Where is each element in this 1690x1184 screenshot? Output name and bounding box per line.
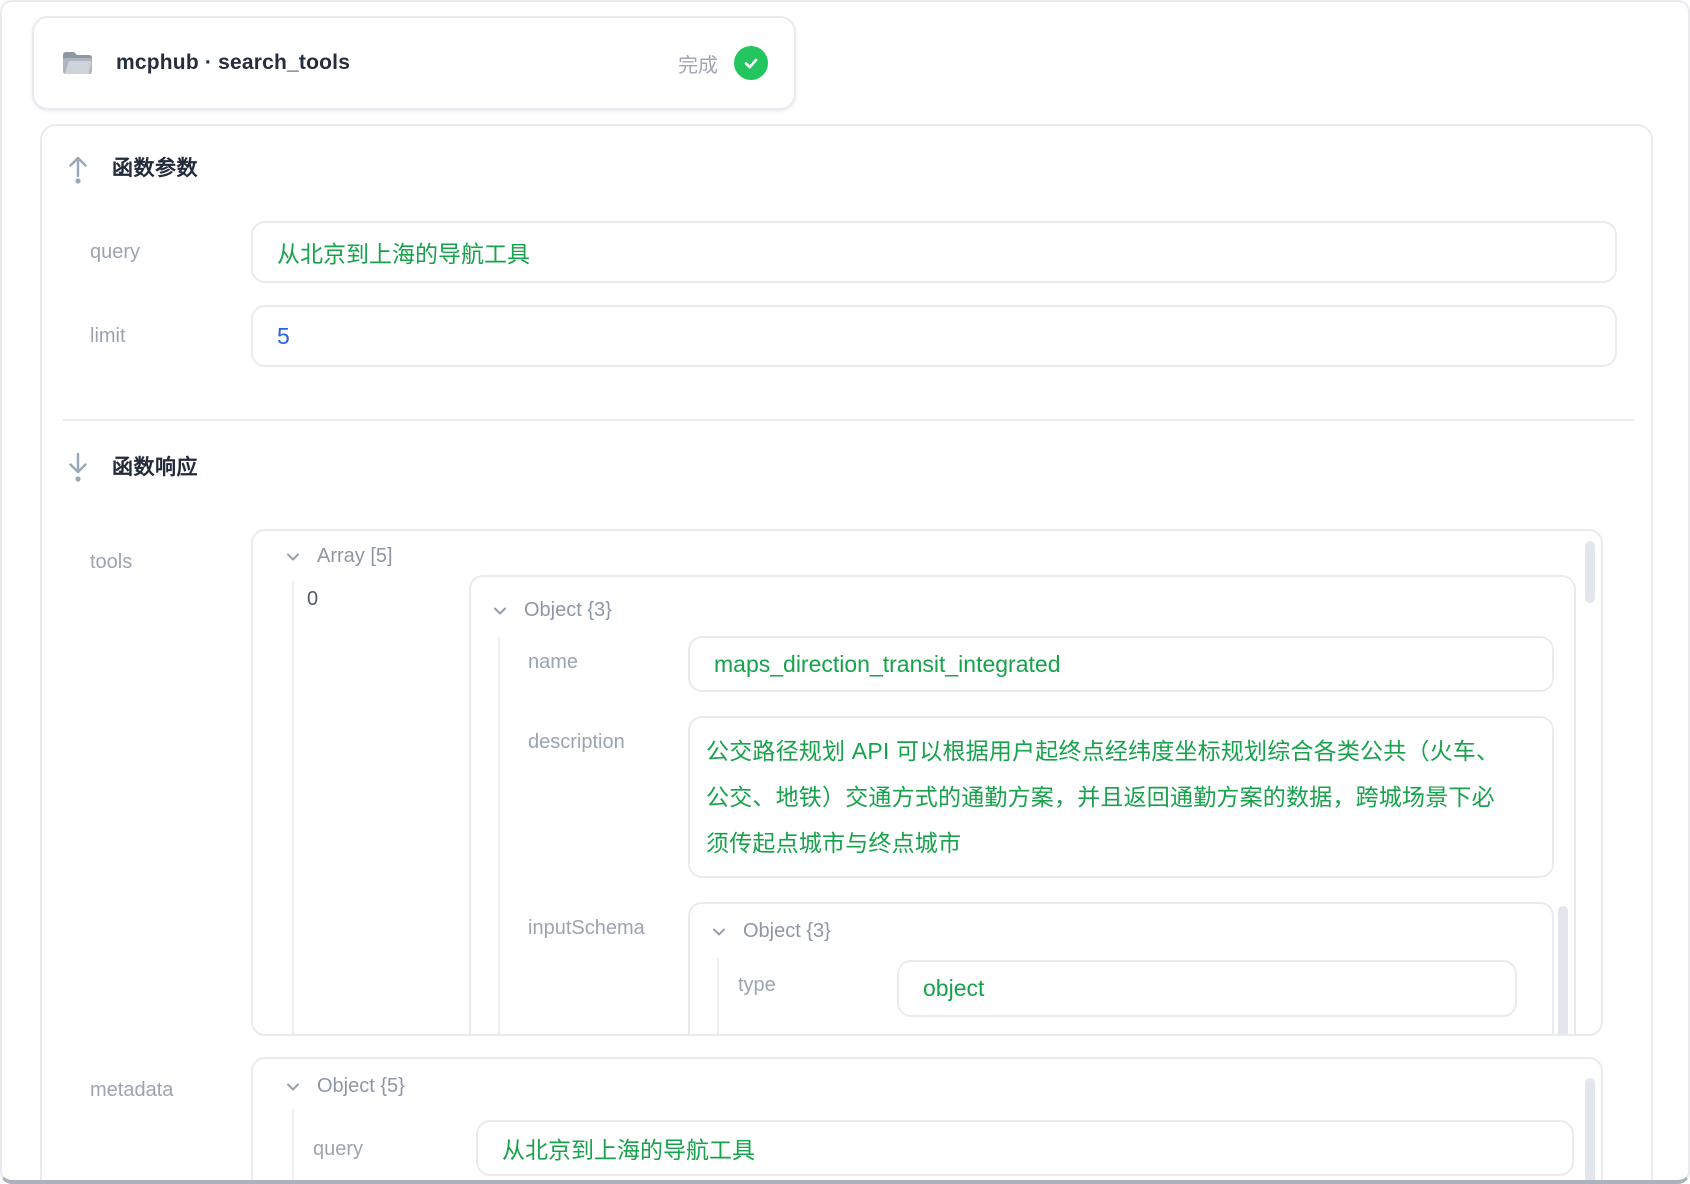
- metadata-object-header: Object {5}: [253, 1059, 1601, 1098]
- array-item-row: 0 Object {3}: [253, 568, 1601, 1036]
- params-section-title: 函数参数: [112, 152, 198, 182]
- metadata-label: metadata: [42, 1057, 251, 1102]
- param-query-value: 从北京到上海的导航工具: [251, 221, 1617, 283]
- name-value: maps_direction_transit_integrated: [688, 636, 1554, 692]
- metadata-object-box: Object {5} query 从北京到上海的导航工具: [251, 1057, 1603, 1184]
- field-row-input-schema: inputSchema Object {3}: [471, 902, 1574, 1036]
- name-label: name: [471, 636, 688, 674]
- response-section-header: 函数响应: [65, 449, 1651, 483]
- array-index-label: 0: [253, 568, 469, 611]
- params-section-header: 函数参数: [65, 150, 1651, 184]
- tool-call-header-card[interactable]: mcphub · search_tools 完成: [32, 16, 796, 110]
- metadata-query-label: query: [253, 1120, 476, 1161]
- field-row-metadata-query: query 从北京到上海的导航工具: [253, 1120, 1601, 1176]
- response-row-metadata: metadata Object {5} query 从北京到上海的导航工具: [42, 1057, 1651, 1184]
- description-label: description: [471, 716, 688, 754]
- description-value: 公交路径规划 API 可以根据用户起终点经纬度坐标规划综合各类公共（火车、公交、…: [688, 716, 1554, 878]
- param-query-label: query: [42, 241, 251, 264]
- metadata-scrollbar-thumb[interactable]: [1585, 1078, 1595, 1184]
- type-value: object: [897, 960, 1517, 1017]
- field-row-name: name maps_direction_transit_integrated: [471, 636, 1574, 692]
- object-header-label: Object {3}: [743, 920, 831, 943]
- response-row-tools: tools Array [5] 0: [42, 529, 1651, 1036]
- field-row-type: type object: [690, 960, 1552, 1017]
- folder-icon: [60, 46, 96, 80]
- download-arrow-icon: [65, 449, 91, 483]
- input-schema-object-box: Object {3} type object: [688, 902, 1554, 1036]
- tool-call-window: mcphub · search_tools 完成 函数参数 query 从北京到…: [0, 0, 1690, 1184]
- tree-indent-guide: [292, 581, 294, 1034]
- upload-arrow-icon: [65, 150, 91, 184]
- tool-object-header: Object {3}: [471, 577, 1574, 622]
- tree-indent-guide: [717, 958, 719, 1036]
- chevron-down-icon[interactable]: [284, 548, 302, 566]
- type-label: type: [690, 960, 897, 997]
- tool-detail-panel: 函数参数 query 从北京到上海的导航工具 limit 5 函数响应 tool: [40, 124, 1653, 1184]
- tools-array-header: Array [5]: [253, 531, 1601, 568]
- param-limit-label: limit: [42, 325, 251, 348]
- metadata-query-value: 从北京到上海的导航工具: [476, 1120, 1574, 1176]
- array-header-label: Array [5]: [317, 545, 393, 568]
- chevron-down-icon[interactable]: [284, 1078, 302, 1096]
- success-check-icon: [734, 46, 768, 80]
- tree-indent-guide: [498, 637, 500, 1036]
- tool-title: mcphub · search_tools: [116, 51, 350, 75]
- object-header-label: Object {3}: [524, 599, 612, 622]
- field-row-description: description 公交路径规划 API 可以根据用户起终点经纬度坐标规划综…: [471, 716, 1574, 878]
- response-section-title: 函数响应: [112, 451, 198, 481]
- section-divider: [63, 419, 1634, 421]
- input-schema-label: inputSchema: [471, 902, 688, 940]
- object-header-label: Object {5}: [317, 1075, 405, 1098]
- object-scrollbar-thumb[interactable]: [1558, 906, 1568, 1036]
- tools-label: tools: [42, 529, 251, 574]
- status-label: 完成: [678, 49, 718, 78]
- tools-scrollbar-thumb[interactable]: [1585, 541, 1595, 603]
- tool-object-box: Object {3} name maps_direction_transit_i…: [469, 575, 1576, 1036]
- tree-indent-guide: [292, 1109, 294, 1184]
- tools-array-box: Array [5] 0 Object {3}: [251, 529, 1603, 1036]
- input-schema-object-header: Object {3}: [690, 904, 1552, 943]
- param-row-limit: limit 5: [42, 305, 1651, 367]
- param-row-query: query 从北京到上海的导航工具: [42, 221, 1651, 283]
- chevron-down-icon[interactable]: [491, 602, 509, 620]
- chevron-down-icon[interactable]: [710, 923, 728, 941]
- param-limit-value: 5: [251, 305, 1617, 367]
